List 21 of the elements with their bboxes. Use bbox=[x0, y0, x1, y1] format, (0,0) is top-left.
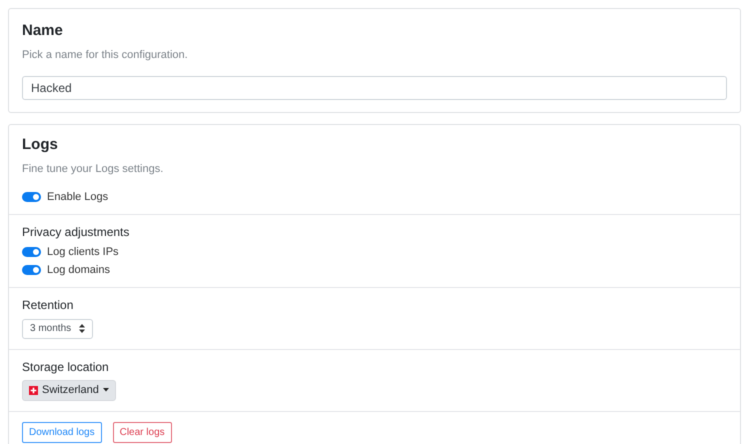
toggle-switch[interactable] bbox=[22, 265, 41, 275]
name-input-field[interactable]: Hacked bbox=[22, 76, 727, 100]
location-dropdown[interactable]: Switzerland bbox=[22, 380, 116, 400]
sort-caret-icon bbox=[79, 324, 86, 333]
toggle-switch[interactable] bbox=[22, 192, 41, 202]
action-button[interactable]: Download logs bbox=[22, 422, 102, 442]
card-description: Pick a name for this configuration. bbox=[22, 49, 189, 62]
toggle-switch[interactable] bbox=[22, 247, 41, 257]
action-button[interactable]: Clear logs bbox=[112, 422, 172, 442]
section-title: Storage location bbox=[22, 360, 110, 374]
card-title: Name bbox=[22, 22, 64, 40]
section-title: Retention bbox=[22, 298, 74, 313]
card-title: Logs bbox=[22, 136, 59, 154]
retention-select[interactable]: 3 months bbox=[22, 318, 94, 338]
caret-icon bbox=[102, 388, 109, 392]
toggle-label: Enable Logs bbox=[47, 190, 108, 204]
card-description: Fine tune your Logs settings. bbox=[22, 163, 164, 176]
section-title: Privacy adjustments bbox=[22, 225, 130, 240]
toggle-label: Log clients IPs bbox=[47, 245, 119, 259]
toggle-label: Log domains bbox=[47, 263, 110, 277]
flag-icon bbox=[29, 386, 38, 394]
